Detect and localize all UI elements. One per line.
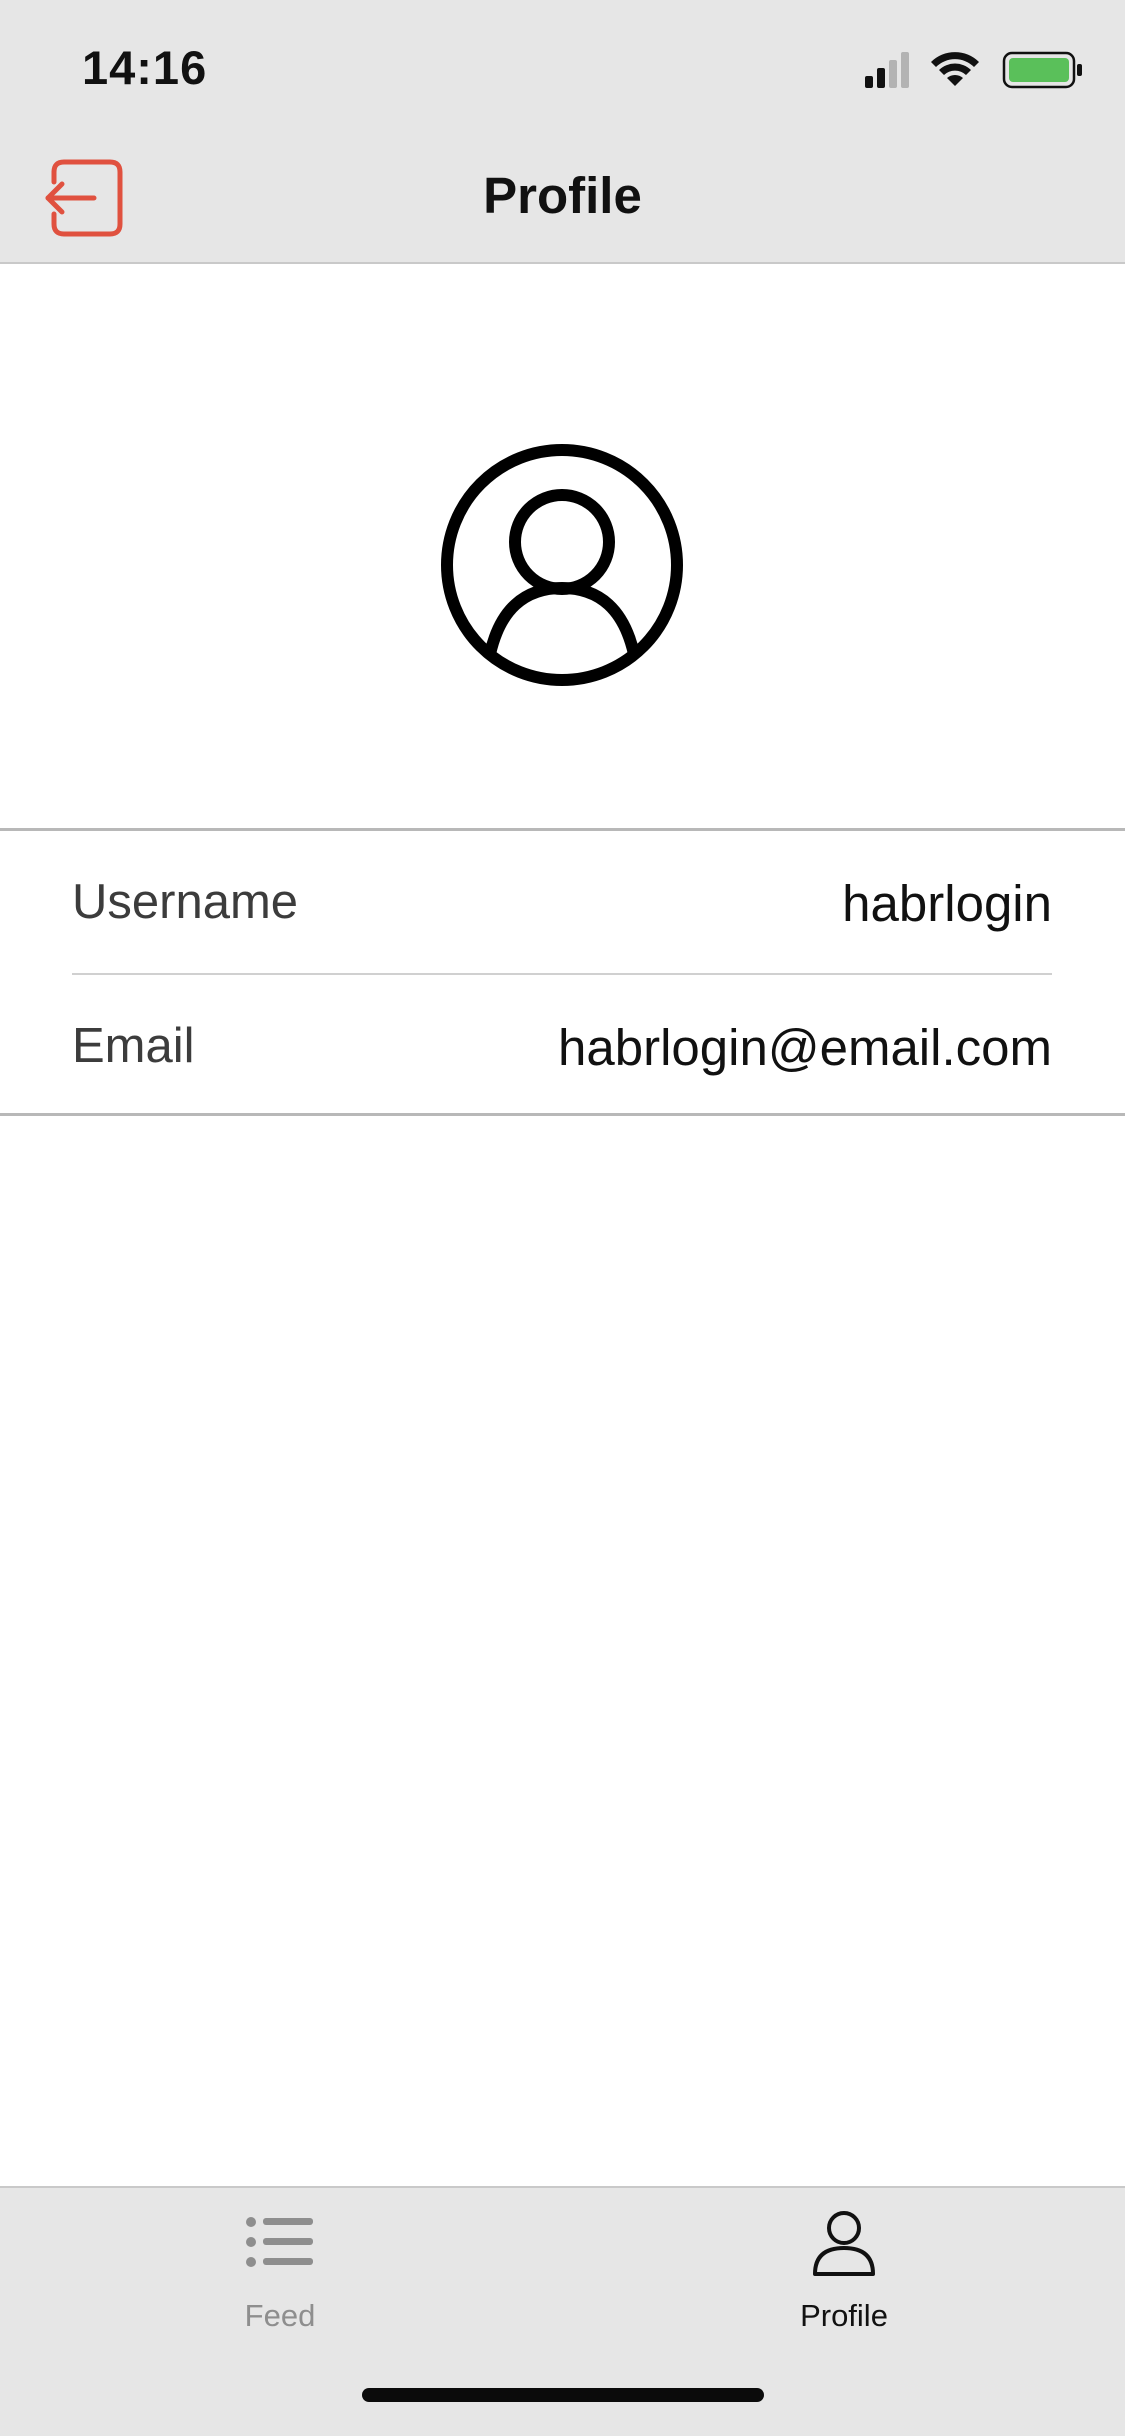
home-indicator: [362, 2388, 764, 2402]
status-icons: [865, 51, 1082, 89]
username-row: Username habrlogin: [72, 831, 1052, 975]
wifi-icon: [931, 52, 979, 86]
person-icon: [813, 2211, 875, 2276]
top-bar: 14:16 Profile: [0, 0, 1125, 264]
list-icon: [246, 2217, 313, 2267]
profile-info-table: Username habrlogin Email habrlogin@email…: [0, 828, 1125, 1116]
tab-profile[interactable]: Profile: [744, 2208, 944, 2358]
status-time: 14:16: [82, 41, 208, 94]
tab-feed-label: Feed: [244, 2298, 316, 2333]
person-circle-icon: [441, 444, 683, 686]
username-value: habrlogin: [842, 875, 1052, 932]
tab-bar: Feed Profile: [0, 2186, 1125, 2436]
email-value: habrlogin@email.com: [558, 1019, 1052, 1076]
tab-profile-label: Profile: [800, 2298, 888, 2333]
profile-screen: 14:16 Profile Username habrlogin Email h…: [0, 0, 1125, 2436]
username-label: Username: [72, 875, 299, 929]
battery-icon: [1002, 51, 1082, 89]
tab-feed[interactable]: Feed: [180, 2208, 380, 2358]
signal-icon: [865, 52, 909, 88]
page-title: Profile: [483, 167, 642, 224]
email-label: Email: [72, 1019, 195, 1073]
email-row: Email habrlogin@email.com: [72, 975, 1052, 1117]
